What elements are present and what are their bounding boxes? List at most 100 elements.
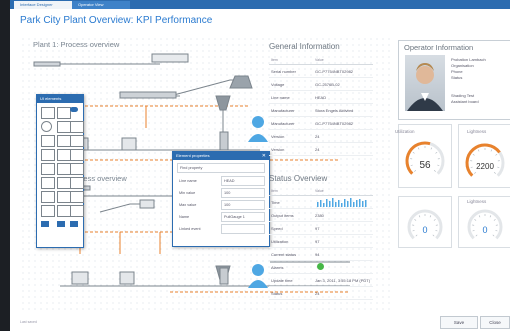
gauge-dial [407, 209, 443, 240]
tank-icon[interactable] [41, 177, 55, 189]
last-saved-text: Last saved [20, 320, 37, 324]
row-value: 94 [315, 252, 320, 257]
close-icon[interactable]: ✕ [262, 153, 266, 159]
close-button[interactable]: Close [480, 316, 510, 329]
motor-icon[interactable] [41, 191, 55, 203]
container-icon[interactable] [57, 107, 71, 119]
operator-photo [405, 55, 445, 111]
table-row: Alarms [269, 261, 373, 274]
grid-icon[interactable] [57, 221, 65, 227]
line-icon[interactable] [41, 163, 55, 175]
gauge-value: 2200 [476, 162, 494, 171]
save-button[interactable]: Save [440, 316, 478, 329]
tab-interface-designer[interactable]: Interface Designer [14, 1, 76, 9]
conveyor-icon[interactable] [70, 191, 84, 203]
gauge-dial [467, 209, 503, 240]
row-value: 24 [315, 291, 320, 296]
label-icon[interactable] [70, 163, 84, 175]
table-row: Voltage GC-2576B-02 [269, 78, 373, 91]
property-value[interactable]: 100 [221, 200, 265, 210]
pump-icon[interactable] [57, 191, 71, 203]
gauge-card[interactable]: Lightness 2200 [458, 124, 510, 188]
gauge-card[interactable]: 0 [398, 196, 452, 248]
table-row: Output items 2380 [269, 209, 373, 222]
row-value: Stora Engels Aktivbrd [315, 108, 354, 113]
column-header: Value [315, 58, 324, 62]
property-search-input[interactable]: Find property [177, 163, 265, 173]
arrow-icon[interactable] [57, 163, 71, 175]
table-row: Line name HEAD [269, 91, 373, 104]
row-key: Voltage [271, 82, 285, 87]
property-key: Name [179, 215, 190, 219]
property-row: Linked event [177, 224, 265, 234]
slider-icon[interactable] [70, 149, 84, 161]
app-window: Interface Designer Operator View Park Ci… [10, 0, 510, 331]
operator-field: Status [451, 75, 463, 80]
operator-info-panel: Operator Information Probation Lambach O… [398, 40, 510, 120]
property-value[interactable] [221, 224, 265, 234]
person-icon[interactable] [41, 205, 55, 217]
operator-field: Phone [451, 69, 463, 74]
row-value: 24 [315, 134, 320, 139]
properties-dialog[interactable]: Element properties ✕ Find property Line … [172, 151, 270, 247]
text-icon[interactable] [41, 135, 55, 147]
gauge-card[interactable]: Lightness 0 [458, 196, 510, 248]
sensor-icon[interactable] [57, 205, 71, 217]
list-icon[interactable] [70, 135, 84, 147]
general-info-table: Item Value Serial number GC-P7754NBT02982… [269, 55, 373, 156]
zoom-icon[interactable] [41, 221, 49, 227]
chart-icon[interactable] [57, 121, 71, 133]
row-key: Output items [271, 213, 294, 218]
table-row: Manufacturer Stora Engels Aktivbrd [269, 104, 373, 117]
valve-icon[interactable] [70, 177, 84, 189]
column-header: Value [315, 189, 324, 193]
row-key: Version [271, 134, 285, 139]
table-header: Item Value [269, 186, 373, 196]
gauge-icon[interactable] [41, 121, 52, 132]
property-value[interactable]: 100 [221, 188, 265, 198]
row-key: Update time [271, 278, 293, 283]
property-value[interactable]: HEAD [221, 176, 265, 186]
toolbox-panel[interactable]: UI elements [36, 94, 84, 248]
column-header: Item [271, 58, 278, 62]
image-icon[interactable] [57, 135, 71, 147]
gauge-value: 0 [422, 225, 428, 235]
table-row: Status 24 [269, 287, 373, 300]
operator-field: Probation Lambach [451, 57, 486, 62]
panel-icon[interactable] [41, 107, 55, 119]
table-row: Manufacturer GC-P7754NBT02982 [269, 117, 373, 130]
property-row: Name PullGauge 1 [177, 212, 265, 222]
table-icon[interactable] [70, 121, 84, 133]
row-value: 97 [315, 226, 320, 231]
pipe-icon[interactable] [57, 177, 71, 189]
row-key: Manufacturer [271, 121, 295, 126]
page-title: Park City Plant Overview: KPI Performanc… [20, 15, 213, 26]
table-header: Item Value [269, 55, 373, 65]
properties-title: Element properties [173, 152, 269, 160]
tab-operator-view[interactable]: Operator View [72, 1, 130, 9]
time-sparkline [317, 198, 367, 207]
table-row: Time [269, 196, 373, 209]
row-key: Speed [271, 226, 283, 231]
property-row: Max value 100 [177, 200, 265, 210]
settings-icon[interactable] [70, 221, 78, 227]
property-value[interactable]: PullGauge 1 [221, 212, 265, 222]
tab-bar: Interface Designer Operator View [10, 0, 510, 9]
button-icon[interactable] [41, 149, 55, 161]
table-row: Version 24 [269, 143, 373, 156]
row-value: 24 [315, 147, 320, 152]
general-info-title: General Information [269, 42, 340, 51]
property-search[interactable]: Find property [177, 163, 265, 173]
row-key: Serial number [271, 69, 296, 74]
row-value: 2380 [315, 213, 324, 218]
alarm-icon[interactable] [70, 205, 84, 217]
row-value: GC-P7754NBT02982 [315, 121, 354, 126]
toggle-icon[interactable] [70, 107, 78, 112]
row-key: Version [271, 147, 285, 152]
row-value: GC-P7754NBT02982 [315, 69, 354, 74]
row-key: Line name [271, 95, 290, 100]
property-row: Line name HEAD [177, 176, 265, 186]
input-icon[interactable] [57, 149, 71, 161]
gauge-card[interactable]: Utilization 56 [395, 124, 452, 188]
table-row: Serial number GC-P7754NBT02982 [269, 65, 373, 78]
